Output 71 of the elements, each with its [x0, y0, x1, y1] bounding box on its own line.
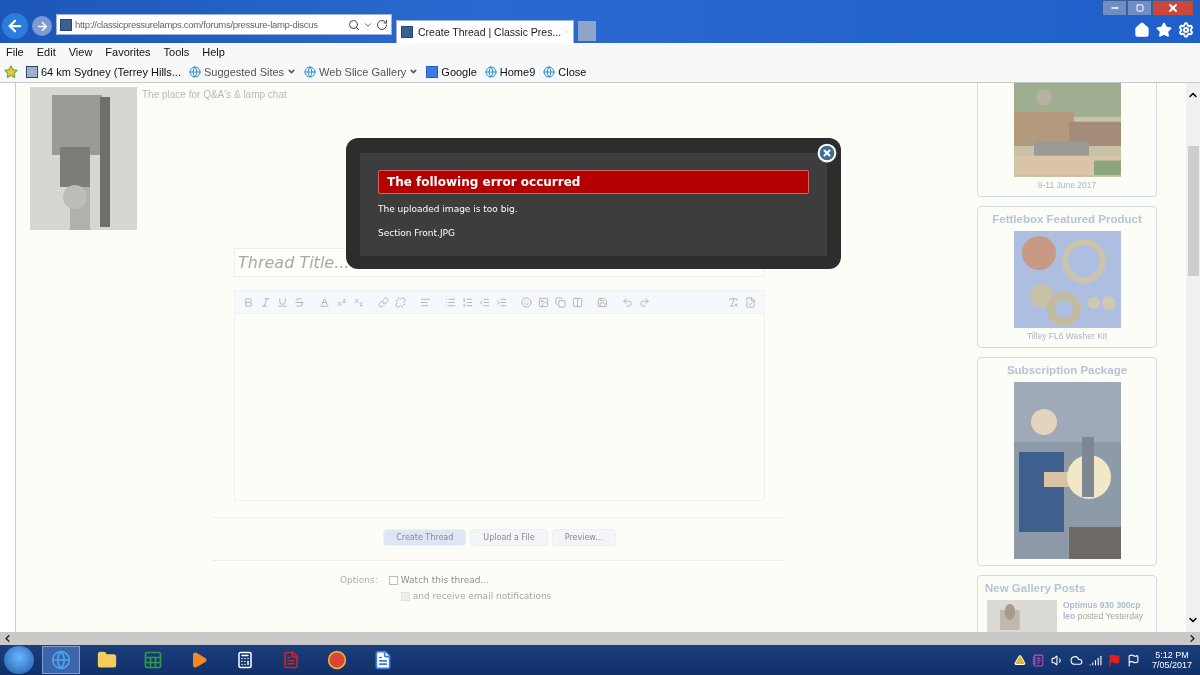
caret-icon[interactable]: [409, 67, 419, 76]
favorites-link[interactable]: Google: [441, 65, 477, 78]
scroll-right-icon[interactable]: [1187, 633, 1198, 644]
card-title: New Gallery Posts: [984, 582, 1087, 596]
menu-item[interactable]: Help: [202, 46, 225, 58]
clear-format-icon[interactable]: [726, 295, 741, 309]
forward-arrow-icon: [35, 19, 49, 33]
text-color-icon[interactable]: [317, 295, 332, 309]
menu-item[interactable]: Edit: [36, 46, 56, 58]
minimize-button[interactable]: [1102, 0, 1127, 16]
smiley-icon[interactable]: [519, 295, 534, 309]
star-icon[interactable]: [1156, 22, 1172, 38]
web-page-icon: [484, 65, 497, 78]
signal-icon[interactable]: [1088, 653, 1102, 667]
settings-icon[interactable]: [1178, 22, 1194, 38]
site-icon: [401, 26, 413, 38]
post-meta: leo posted Yesterday: [1063, 611, 1143, 622]
error-heading: The following error occurred: [378, 170, 809, 194]
search-icon: [348, 18, 360, 31]
web-page-icon: [304, 65, 317, 78]
start-button[interactable]: [4, 646, 34, 674]
link-icon[interactable]: [376, 295, 391, 309]
card-title: Fettlebox Featured Product: [991, 213, 1143, 227]
favorites-link[interactable]: Suggested Sites: [204, 65, 285, 78]
restore-button[interactable]: [1127, 0, 1152, 16]
favorites-link[interactable]: 64 km Sydney (Terrey Hills...: [41, 65, 181, 78]
flag-icon[interactable]: [1107, 653, 1121, 667]
document-check-icon[interactable]: [743, 295, 758, 309]
redo-icon[interactable]: [637, 295, 652, 309]
notebook-icon[interactable]: [1031, 653, 1045, 667]
action-center-icon[interactable]: [1126, 653, 1140, 667]
undo-icon[interactable]: [620, 295, 635, 309]
browser-tab[interactable]: Create Thread | Classic Pres...: [396, 20, 574, 43]
card-title: Subscription Package: [1005, 364, 1129, 378]
caret-icon[interactable]: [287, 67, 297, 76]
error-message: Section Front.JPG: [378, 228, 456, 238]
restore-icon: [1135, 4, 1144, 12]
menu-item[interactable]: Tools: [163, 46, 190, 58]
error-message: The uploaded image is too big.: [378, 204, 519, 214]
forward-button[interactable]: [32, 16, 52, 36]
unlink-icon[interactable]: [393, 295, 408, 309]
cloud-icon[interactable]: [1069, 653, 1083, 667]
add-favorite-icon[interactable]: [4, 64, 18, 79]
back-button[interactable]: [2, 13, 28, 39]
web-page-icon: [189, 65, 201, 78]
vertical-scrollbar[interactable]: [1186, 83, 1200, 632]
favorites-link[interactable]: Close: [558, 65, 587, 78]
menu-item[interactable]: File: [6, 46, 24, 58]
menu-item[interactable]: Favorites: [105, 46, 151, 58]
card-caption: Tilley FL6 Washer Kit: [1026, 331, 1108, 341]
web-page-icon: [543, 65, 556, 78]
menu-item[interactable]: View: [68, 46, 93, 58]
home-icon[interactable]: [1134, 22, 1150, 38]
site-tagline: The place for Q&A's & lamp chat: [142, 89, 287, 102]
close-button[interactable]: [1152, 0, 1194, 16]
site-icon: [60, 18, 72, 31]
image-icon[interactable]: [536, 295, 551, 309]
underline-icon[interactable]: [275, 295, 290, 309]
card-caption: 9-11 June 2017: [1037, 180, 1097, 190]
horizontal-scrollbar[interactable]: [0, 632, 1200, 645]
scroll-thumb[interactable]: [1187, 146, 1199, 276]
favorites-link[interactable]: Web Slice Gallery: [319, 65, 407, 78]
strikethrough-icon[interactable]: [292, 295, 307, 309]
system-clock[interactable]: 5:12 PM 7/05/2017: [1151, 650, 1192, 670]
refresh-icon: [376, 18, 388, 31]
numbered-list-icon[interactable]: [460, 295, 475, 309]
options-label: Options:: [340, 575, 378, 587]
save-icon[interactable]: [595, 295, 610, 309]
speaker-icon[interactable]: [1050, 653, 1064, 667]
favorites-link[interactable]: Home9: [499, 65, 536, 78]
address-bar[interactable]: http://classicpressurelamps.com/forums/pressure-lamp-discus: [56, 14, 392, 35]
